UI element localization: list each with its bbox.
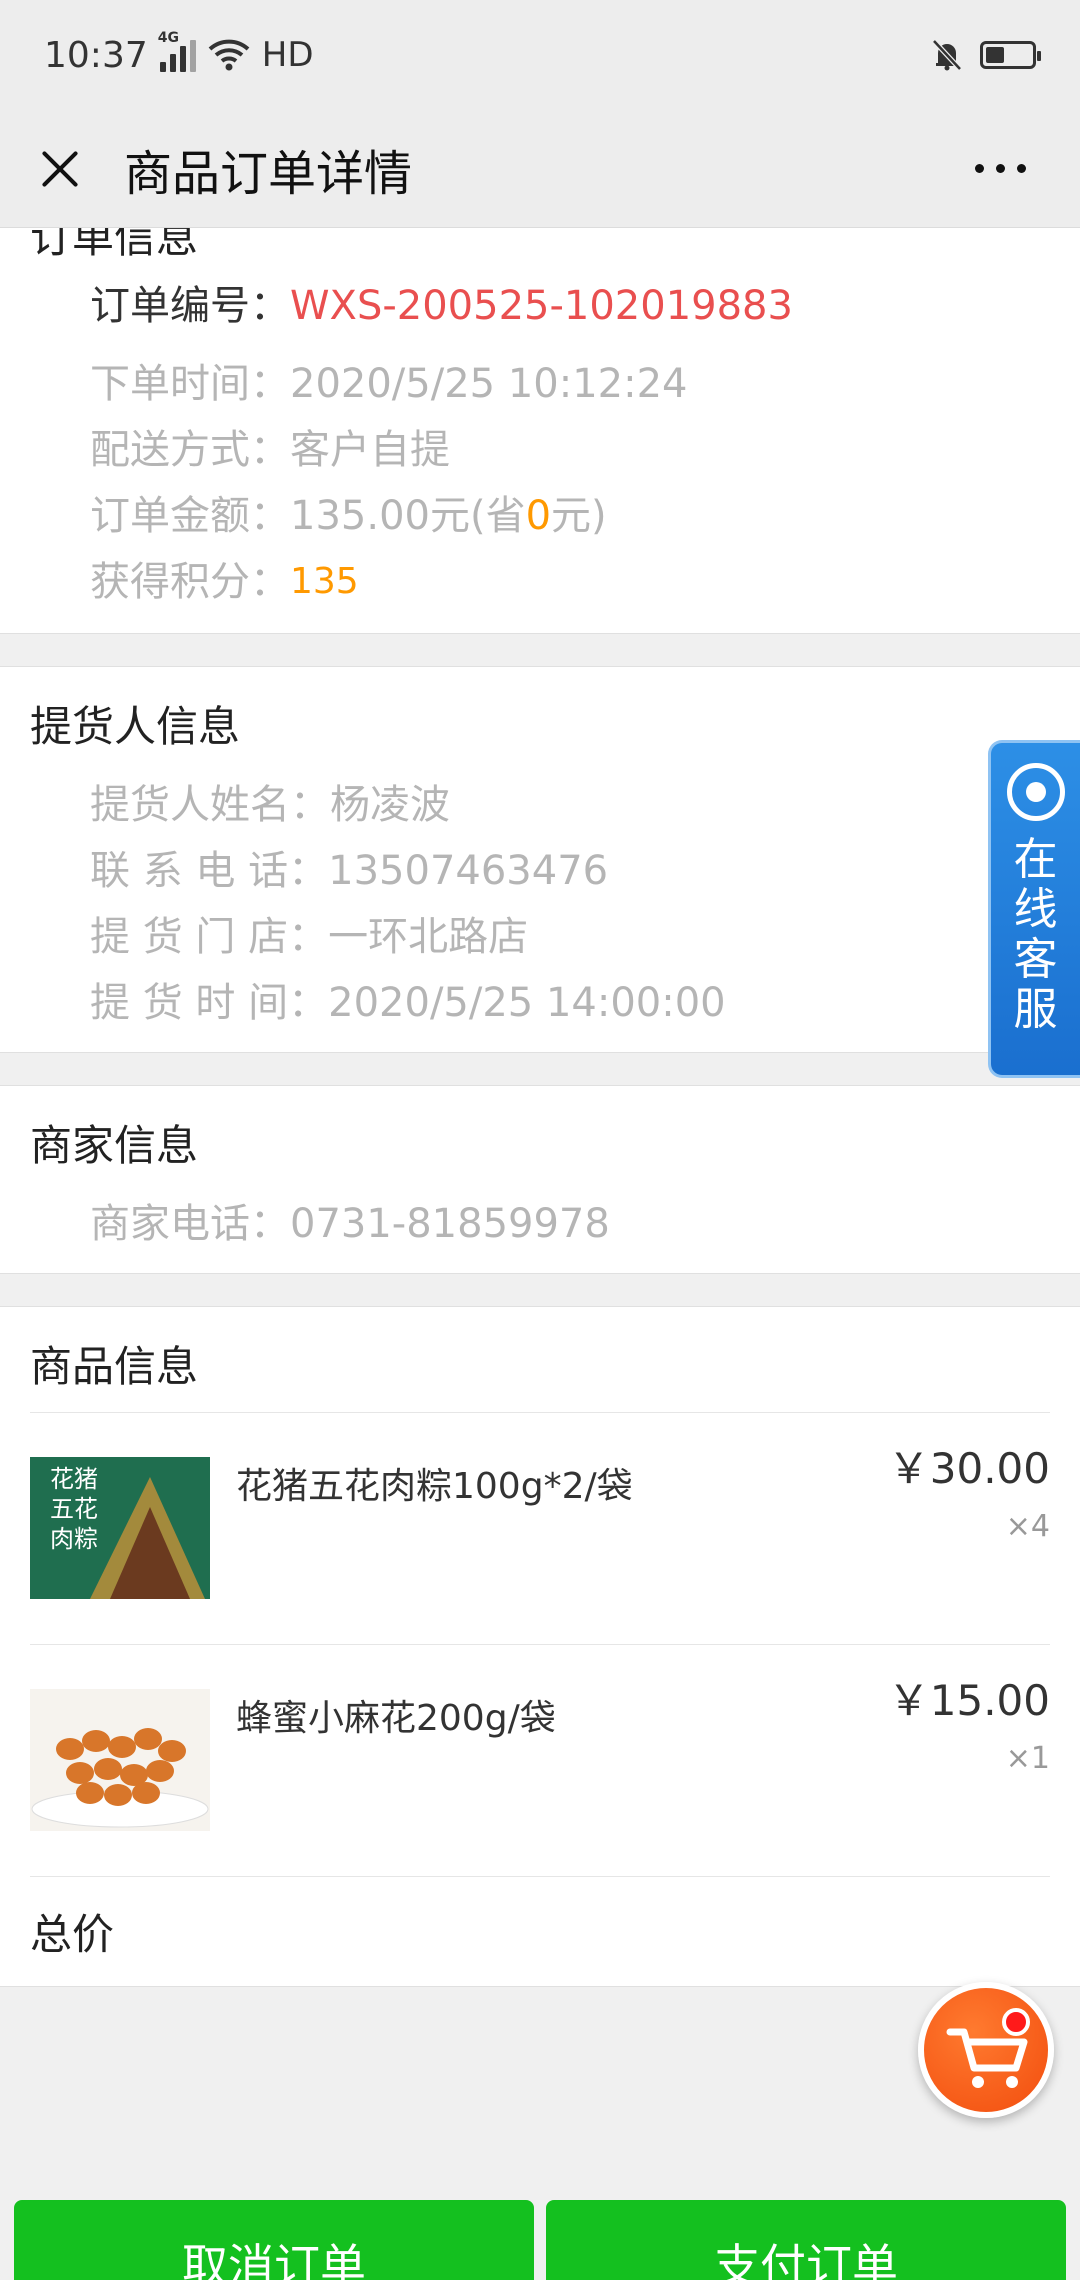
products-title: 商品信息 xyxy=(30,1342,199,1391)
order-number-row: 订单编号： WXS-200525-102019883 xyxy=(30,271,1050,341)
status-time: 10:37 xyxy=(44,34,148,76)
product-item[interactable]: 蜂蜜小麻花200g/袋 ￥15.00 ×1 xyxy=(30,1644,1050,1876)
cellular-signal-icon: 4G xyxy=(158,30,196,72)
total-row: 总价 xyxy=(30,1876,1050,1986)
thumb-text-1: 花猪 xyxy=(50,1466,98,1493)
delivery-row: 配送方式： 客户自提 xyxy=(30,417,1050,483)
pickup-store-value: 一环北路店 xyxy=(328,914,529,960)
order-number-label: 订单编号： xyxy=(90,283,290,329)
page-title: 商品订单详情 xyxy=(124,145,413,202)
content-area[interactable]: 订单信息 订单编号： WXS-200525-102019883 下单时间： 20… xyxy=(0,228,1080,2280)
pay-order-button[interactable]: 支付订单 xyxy=(546,2200,1066,2280)
amount-prefix: 135.00元(省 xyxy=(290,493,526,539)
order-info-title: 订单信息 xyxy=(30,228,199,262)
cart-badge xyxy=(1002,2008,1030,2036)
pickup-name-value: 杨凌波 xyxy=(330,782,450,828)
pickup-name-label: 提货人姓名： xyxy=(90,782,330,828)
order-time-row: 下单时间： 2020/5/25 10:12:24 xyxy=(30,351,1050,417)
order-time-value: 2020/5/25 10:12:24 xyxy=(290,361,688,407)
points-label: 获得积分： xyxy=(90,559,290,605)
order-number-value: WXS-200525-102019883 xyxy=(290,283,793,329)
product-price: ￥15.00 xyxy=(887,1676,1050,1725)
product-quantity: ×1 xyxy=(1005,1741,1050,1776)
mute-bell-icon xyxy=(932,39,962,71)
pickup-phone-label: 联 系 电 话： xyxy=(90,848,329,894)
points-value: 135 xyxy=(290,561,359,602)
status-left: 10:37 4G HD xyxy=(44,30,314,76)
headset-icon xyxy=(1006,763,1065,821)
delivery-label: 配送方式： xyxy=(90,427,290,473)
product-item[interactable]: 花猪 五花 肉粽 花猪五花肉粽100g*2/袋 ￥30.00 ×4 xyxy=(30,1412,1050,1644)
thumb-text-2: 五花 xyxy=(50,1496,98,1523)
status-bar: 10:37 4G HD xyxy=(0,0,1080,110)
pickup-time-row: 提 货 时 间： 2020/5/25 14:00:00 xyxy=(30,970,1050,1036)
delivery-value: 客户自提 xyxy=(290,427,450,473)
product-price: ￥30.00 xyxy=(887,1444,1050,1493)
product-quantity: ×4 xyxy=(1005,1509,1050,1544)
merchant-info-section: 商家信息 商家电话： 0731-81859978 xyxy=(0,1085,1080,1274)
network-type: 4G xyxy=(157,30,179,46)
status-right xyxy=(932,39,1041,71)
merchant-phone-row: 商家电话： 0731-81859978 xyxy=(30,1191,1050,1257)
pickup-store-label: 提 货 门 店： xyxy=(90,914,329,960)
merchant-phone-value[interactable]: 0731-81859978 xyxy=(290,1191,610,1257)
cancel-order-button[interactable]: 取消订单 xyxy=(14,2200,534,2280)
thumb-text-3: 肉粽 xyxy=(50,1526,98,1553)
merchant-info-title: 商家信息 xyxy=(30,1121,199,1170)
order-time-label: 下单时间： xyxy=(90,361,290,407)
battery-icon xyxy=(980,41,1041,69)
customer-service-label: 在线客服 xyxy=(1013,834,1058,1035)
order-info-section: 订单信息 订单编号： WXS-200525-102019883 下单时间： 20… xyxy=(0,228,1080,634)
title-bar: 商品订单详情 xyxy=(0,110,1080,228)
pickup-phone-value[interactable]: 13507463476 xyxy=(328,838,608,904)
pickup-name-row: 提货人姓名： 杨凌波 xyxy=(30,772,1050,838)
pickup-store-row: 提 货 门 店： 一环北路店 xyxy=(30,904,1050,970)
product-name: 蜂蜜小麻花200g/袋 xyxy=(236,1698,556,1739)
wifi-hd-label: HD xyxy=(261,35,314,75)
amount-suffix: 元) xyxy=(551,493,607,539)
online-customer-service-button[interactable]: 在线客服 xyxy=(988,740,1080,1078)
merchant-phone-label: 商家电话： xyxy=(90,1201,290,1247)
cart-button[interactable] xyxy=(918,1982,1054,2118)
product-thumbnail-mahua xyxy=(30,1689,210,1831)
products-section: 商品信息 花猪 五花 肉粽 花猪五花肉粽100g*2/袋 ￥30.00 ×4 蜂… xyxy=(0,1306,1080,1987)
pickup-phone-row: 联 系 电 话： 13507463476 xyxy=(30,838,1050,904)
pickup-info-section: 提货人信息 提货人姓名： 杨凌波 联 系 电 话： 13507463476 提 … xyxy=(0,666,1080,1053)
total-label: 总价 xyxy=(30,1910,115,1959)
amount-row: 订单金额： 135.00元(省 0 元) xyxy=(30,483,1050,549)
pickup-time-label: 提 货 时 间： xyxy=(90,980,329,1026)
amount-label: 订单金额： xyxy=(90,493,290,539)
amount-saved: 0 xyxy=(525,493,552,539)
pickup-info-title: 提货人信息 xyxy=(30,702,241,751)
pickup-time-value: 2020/5/25 14:00:00 xyxy=(328,980,726,1026)
wifi-icon xyxy=(208,39,250,71)
more-options-button[interactable] xyxy=(955,154,1046,183)
cart-icon xyxy=(946,2028,1028,2088)
product-name: 花猪五花肉粽100g*2/袋 xyxy=(236,1466,633,1507)
points-row: 获得积分： 135 xyxy=(30,549,1050,615)
product-thumbnail-zongzi: 花猪 五花 肉粽 xyxy=(30,1457,210,1599)
close-icon[interactable] xyxy=(34,143,86,195)
